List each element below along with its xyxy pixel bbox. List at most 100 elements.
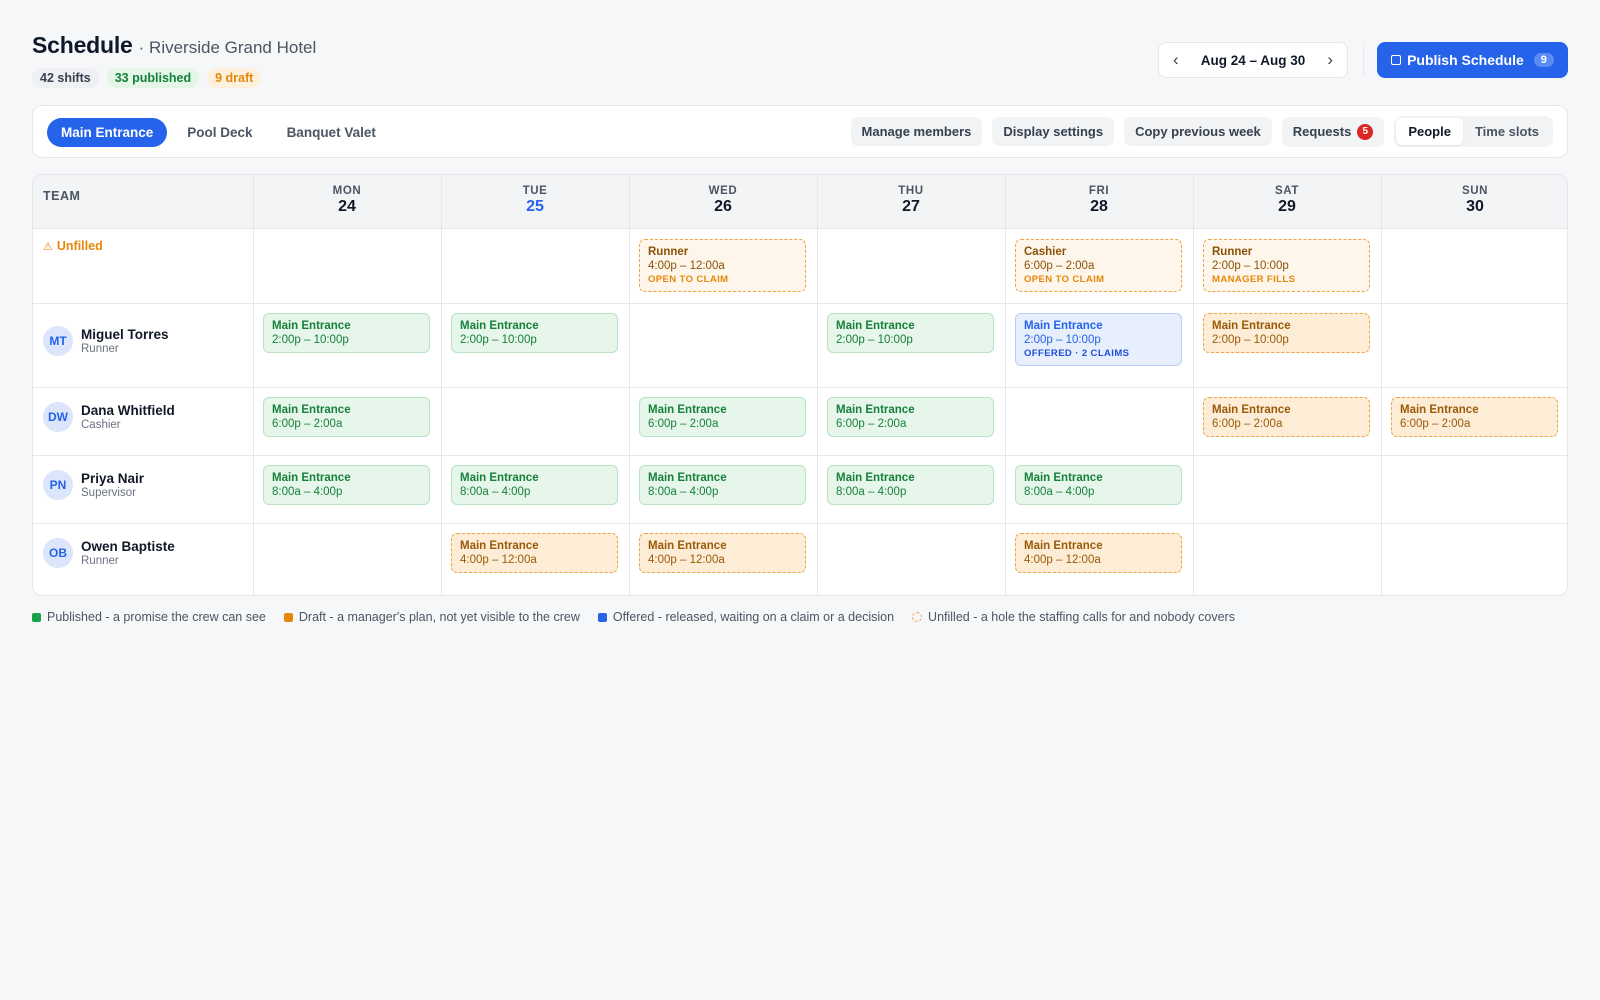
column-divider — [441, 175, 442, 595]
unfilled-shift-card[interactable]: Runner 4:00p – 12:00a OPEN TO CLAIM — [639, 239, 806, 292]
shift-name: Main Entrance — [836, 404, 915, 416]
day-of-week: MON — [332, 185, 362, 197]
draft-shift-card[interactable]: Main Entrance 4:00p – 12:00a — [1015, 533, 1182, 573]
legend-item-published: Published - a promise the crew can see — [32, 610, 266, 624]
day-header-wed: WED 26 — [631, 185, 815, 216]
column-divider — [817, 175, 818, 595]
shift-name: Main Entrance — [836, 472, 915, 484]
draft-shift-card[interactable]: Main Entrance 4:00p – 12:00a — [451, 533, 618, 573]
publish-schedule-button[interactable]: Publish Schedule 9 — [1377, 42, 1568, 78]
shift-time: 8:00a – 4:00p — [272, 486, 343, 498]
shift-name: Main Entrance — [272, 320, 351, 332]
shift-name: Main Entrance — [272, 472, 351, 484]
day-header-sat: SAT 29 — [1195, 185, 1379, 216]
page-title: Schedule — [32, 32, 133, 58]
shift-status-note: MANAGER FILLS — [1212, 274, 1296, 285]
published-shift-card[interactable]: Main Entrance 2:00p – 10:00p — [827, 313, 994, 353]
draft-shift-card[interactable]: Main Entrance 6:00p – 2:00a — [1203, 397, 1370, 437]
manage-members-button[interactable]: Manage members — [850, 117, 983, 146]
column-divider — [1381, 175, 1382, 595]
shift-name: Main Entrance — [460, 320, 539, 332]
view-people-button[interactable]: People — [1396, 118, 1463, 145]
unfilled-row-label: ⚠ Unfilled — [43, 239, 103, 253]
team-member: DW Dana Whitfield Cashier — [43, 402, 175, 432]
published-shift-card[interactable]: Main Entrance 6:00p – 2:00a — [827, 397, 994, 437]
publish-label: Publish Schedule — [1407, 52, 1524, 68]
shift-time: 2:00p – 10:00p — [836, 334, 913, 346]
day-number: 25 — [526, 198, 544, 215]
shift-name: Main Entrance — [1024, 472, 1103, 484]
legend-label: Offered - released, waiting on a claim o… — [612, 610, 895, 624]
published-shift-card[interactable]: Main Entrance 8:00a – 4:00p — [827, 465, 994, 505]
shift-name: Main Entrance — [272, 404, 351, 416]
draft-shift-card[interactable]: Main Entrance 2:00p – 10:00p — [1203, 313, 1370, 353]
day-header-thu: THU 27 — [819, 185, 1003, 216]
tab-main-entrance[interactable]: Main Entrance — [47, 118, 168, 147]
day-number: 26 — [714, 198, 732, 215]
day-header-sun: SUN 30 — [1383, 185, 1567, 216]
requests-count-badge: 5 — [1357, 123, 1374, 140]
member-info: Dana Whitfield Cashier — [81, 403, 175, 431]
member-name: Priya Nair — [81, 471, 145, 486]
published-shift-card[interactable]: Main Entrance 2:00p – 10:00p — [451, 313, 618, 353]
day-of-week: SUN — [1461, 185, 1489, 197]
published-shift-card[interactable]: Main Entrance 6:00p – 2:00a — [639, 397, 806, 437]
shift-time: 6:00p – 2:00a — [836, 418, 907, 430]
shift-name: Main Entrance — [1212, 404, 1291, 416]
shift-status-note: OFFERED · 2 CLAIMS — [1024, 348, 1130, 359]
shift-time: 6:00p – 2:00a — [1212, 418, 1283, 430]
shift-time: 2:00p – 10:00p — [1212, 260, 1289, 272]
page-header: Schedule · Riverside Grand Hotel 42 shif… — [32, 32, 1568, 92]
member-name: Miguel Torres — [81, 327, 169, 342]
copy-previous-week-button[interactable]: Copy previous week — [1124, 117, 1272, 146]
draft-shift-card[interactable]: Main Entrance 6:00p – 2:00a — [1391, 397, 1558, 437]
draft-shift-card[interactable]: Main Entrance 4:00p – 12:00a — [639, 533, 806, 573]
legend-label: Unfilled - a hole the staffing calls for… — [928, 610, 1235, 624]
header-divider — [1363, 46, 1364, 76]
unfilled-shift-card[interactable]: Cashier 6:00p – 2:00a OPEN TO CLAIM — [1015, 239, 1182, 292]
unfilled-shift-card[interactable]: Runner 2:00p – 10:00p MANAGER FILLS — [1203, 239, 1370, 292]
published-shift-card[interactable]: Main Entrance 8:00a – 4:00p — [1015, 465, 1182, 505]
day-number: 30 — [1466, 198, 1484, 215]
published-shift-card[interactable]: Main Entrance 8:00a – 4:00p — [639, 465, 806, 505]
week-navigator: ‹ Aug 24 – Aug 30 › — [1158, 42, 1348, 78]
shift-time: 8:00a – 4:00p — [460, 486, 531, 498]
prev-week-button[interactable]: ‹ — [1173, 50, 1179, 70]
shift-name: Main Entrance — [1400, 404, 1479, 416]
legend-item-unfilled: Unfilled - a hole the staffing calls for… — [912, 610, 1235, 624]
published-shift-card[interactable]: Main Entrance 8:00a – 4:00p — [451, 465, 618, 505]
publish-icon — [1391, 55, 1402, 65]
status-legend: Published - a promise the crew can see Dr… — [32, 610, 1235, 624]
day-of-week: TUE — [522, 185, 548, 197]
day-of-week: WED — [708, 185, 738, 197]
display-settings-button[interactable]: Display settings — [992, 117, 1115, 146]
shift-time: 4:00p – 12:00a — [648, 554, 725, 566]
draft-count-badge: 9 draft — [207, 68, 262, 88]
published-shift-card[interactable]: Main Entrance 8:00a – 4:00p — [263, 465, 430, 505]
view-time-slots-button[interactable]: Time slots — [1463, 118, 1551, 145]
shift-name: Main Entrance — [836, 320, 915, 332]
shift-name: Main Entrance — [460, 540, 539, 552]
page-subtitle: · Riverside Grand Hotel — [138, 38, 317, 57]
legend-item-draft: Draft - a manager's plan, not yet visibl… — [283, 610, 580, 624]
member-info: Priya Nair Supervisor — [81, 471, 144, 499]
tab-banquet-valet[interactable]: Banquet Valet — [273, 118, 390, 147]
member-role: Cashier — [81, 419, 121, 431]
shift-name: Main Entrance — [648, 540, 727, 552]
next-week-button[interactable]: › — [1327, 50, 1333, 70]
shift-name: Main Entrance — [1024, 320, 1103, 332]
shift-time: 4:00p – 12:00a — [648, 260, 725, 272]
requests-button[interactable]: Requests 5 — [1281, 116, 1385, 147]
requests-label: Requests — [1292, 124, 1352, 139]
tab-pool-deck[interactable]: Pool Deck — [173, 118, 266, 147]
legend-swatch — [283, 612, 293, 622]
offered-shift-card[interactable]: Main Entrance 2:00p – 10:00p OFFERED · 2 C… — [1015, 313, 1182, 366]
day-header-mon: MON 24 — [255, 185, 439, 216]
shift-time: 4:00p – 12:00a — [1024, 554, 1101, 566]
team-column-header: TEAM — [43, 189, 81, 203]
row-divider — [33, 523, 1567, 524]
published-shift-card[interactable]: Main Entrance 6:00p – 2:00a — [263, 397, 430, 437]
shift-name: Cashier — [1024, 246, 1067, 258]
shift-name: Main Entrance — [648, 472, 727, 484]
published-shift-card[interactable]: Main Entrance 2:00p – 10:00p — [263, 313, 430, 353]
